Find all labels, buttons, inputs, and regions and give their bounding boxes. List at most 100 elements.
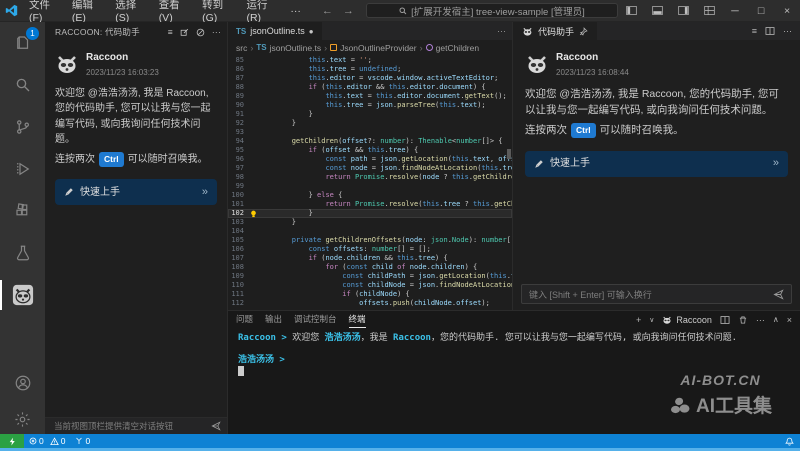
tab-output[interactable]: 输出 bbox=[265, 311, 282, 328]
breadcrumb-class[interactable]: JsonOutlineProvider bbox=[330, 43, 417, 53]
activity-run-debug-icon[interactable] bbox=[0, 148, 45, 190]
lightbulb-icon[interactable] bbox=[248, 209, 258, 218]
kill-terminal-icon[interactable] bbox=[738, 315, 748, 325]
quickstart-button[interactable]: 快速上手 » bbox=[525, 151, 788, 177]
code-editor[interactable]: 85 this.text = '';86 this.tree = undefin… bbox=[228, 55, 512, 310]
code-line[interactable]: 94 getChildren(offset?: number): Thenabl… bbox=[228, 137, 512, 146]
code-line[interactable]: 85 this.text = ''; bbox=[228, 56, 512, 65]
tab-problems[interactable]: 问题 bbox=[236, 311, 253, 328]
code-line[interactable]: 89 this.text = this.editor.document.getT… bbox=[228, 92, 512, 101]
nav-forward-icon[interactable]: → bbox=[343, 5, 354, 17]
menu-edit[interactable]: 编辑(E) bbox=[65, 0, 108, 21]
quickstart-button[interactable]: 快速上手 » bbox=[55, 179, 217, 205]
customize-layout-icon[interactable] bbox=[696, 0, 722, 21]
menu-file[interactable]: 文件(F) bbox=[22, 0, 65, 21]
editor-tab-bar: TS jsonOutline.ts ● ··· bbox=[228, 22, 512, 40]
minimize-icon[interactable]: ─ bbox=[722, 0, 748, 21]
sidebar-chat-input[interactable]: 当前视图顶栏提供清空对话按钮 bbox=[45, 417, 227, 434]
terminal-line: 浩浩汤汤 > bbox=[238, 355, 790, 366]
toggle-secondary-sidebar-icon[interactable] bbox=[670, 0, 696, 21]
code-line[interactable]: 108 for (const child of node.children) { bbox=[228, 263, 512, 272]
editor-more-actions-icon[interactable]: ··· bbox=[497, 26, 506, 36]
broadcast-status[interactable]: 0 bbox=[70, 434, 95, 448]
breadcrumb-method[interactable]: getChildren bbox=[426, 43, 479, 53]
pin-icon[interactable] bbox=[579, 27, 588, 36]
menu-run[interactable]: 运行(R) bbox=[239, 0, 283, 21]
close-panel-icon[interactable]: × bbox=[787, 315, 792, 325]
tab-jsonoutline[interactable]: TS jsonOutline.ts ● bbox=[228, 22, 323, 40]
send-icon[interactable] bbox=[211, 421, 221, 431]
symbol-method-icon bbox=[426, 44, 433, 51]
activity-explorer-icon[interactable]: 1 bbox=[0, 22, 45, 64]
code-line[interactable]: 107 if (node.children && this.tree) { bbox=[228, 254, 512, 263]
split-terminal-icon[interactable] bbox=[720, 315, 730, 325]
terminal-selector[interactable]: Raccoon bbox=[662, 315, 712, 325]
maximize-icon[interactable]: □ bbox=[748, 0, 774, 21]
editor-scrollbar[interactable] bbox=[507, 55, 511, 310]
maximize-panel-icon[interactable]: ∧ bbox=[773, 315, 779, 324]
code-line[interactable]: 106 const offsets: number[] = []; bbox=[228, 245, 512, 254]
code-line[interactable]: 87 this.editor = vscode.window.activeTex… bbox=[228, 74, 512, 83]
sidebar-stop-icon[interactable] bbox=[196, 28, 205, 37]
activity-extensions-icon[interactable] bbox=[0, 190, 45, 232]
code-line[interactable]: 92 } bbox=[228, 119, 512, 128]
tab-terminal[interactable]: 终端 bbox=[349, 311, 366, 328]
quickstart-label: 快速上手 bbox=[550, 156, 590, 172]
code-line[interactable]: 104 bbox=[228, 227, 512, 236]
code-line[interactable]: 103 } bbox=[228, 218, 512, 227]
code-line[interactable]: 86 this.tree = undefined; bbox=[228, 65, 512, 74]
panel-list-icon[interactable]: ≡ bbox=[752, 26, 757, 36]
sidebar-settings-list-icon[interactable]: ≡ bbox=[168, 27, 173, 37]
problems-status[interactable]: 0 0 bbox=[24, 434, 70, 448]
code-line[interactable]: 109 const childPath = json.getLocation(t… bbox=[228, 272, 512, 281]
activity-source-control-icon[interactable] bbox=[0, 106, 45, 148]
code-line[interactable]: 93 bbox=[228, 128, 512, 137]
activity-test-icon[interactable] bbox=[0, 232, 45, 274]
code-line[interactable]: 91 } bbox=[228, 110, 512, 119]
toggle-panel-icon[interactable] bbox=[644, 0, 670, 21]
code-line[interactable]: 88 if (this.editor && this.editor.docume… bbox=[228, 83, 512, 92]
code-line[interactable]: 100 } else { bbox=[228, 191, 512, 200]
code-line[interactable]: 96 const path = json.getLocation(this.te… bbox=[228, 155, 512, 164]
account-icon[interactable] bbox=[0, 362, 45, 404]
notifications-status[interactable] bbox=[785, 437, 800, 446]
terminal-dropdown-icon[interactable]: ∨ bbox=[649, 316, 654, 324]
code-line[interactable]: 105 private getChildrenOffsets(node: jso… bbox=[228, 236, 512, 245]
code-line[interactable]: 97 const node = json.findNodeAtLocation(… bbox=[228, 164, 512, 173]
menu-view[interactable]: 查看(V) bbox=[152, 0, 195, 21]
code-line[interactable]: 95 if (offset && this.tree) { bbox=[228, 146, 512, 155]
remote-indicator[interactable] bbox=[0, 434, 24, 448]
code-line[interactable]: 112 offsets.push(childNode.offset); bbox=[228, 299, 512, 308]
nav-back-icon[interactable]: ← bbox=[322, 5, 333, 17]
code-line[interactable]: 99 bbox=[228, 182, 512, 191]
sidebar-more-icon[interactable]: ··· bbox=[212, 27, 221, 37]
assistant-chat-input[interactable]: 键入 [Shift + Enter] 可输入换行 bbox=[521, 284, 792, 304]
command-center-search[interactable]: [扩展开发宿主] tree-view-sample [管理员] bbox=[366, 3, 618, 18]
panel-split-icon[interactable] bbox=[765, 26, 775, 36]
toggle-sidebar-icon[interactable] bbox=[618, 0, 644, 21]
sidebar-clear-chat-icon[interactable] bbox=[180, 28, 189, 37]
tab-code-assistant[interactable]: 代码助手 bbox=[513, 22, 597, 40]
menu-more-icon[interactable]: ··· bbox=[283, 0, 308, 21]
breadcrumb-src[interactable]: src bbox=[236, 43, 247, 53]
code-line[interactable]: 101 return Promise.resolve(this.tree ? t… bbox=[228, 200, 512, 209]
panel-more-icon[interactable]: ··· bbox=[756, 315, 765, 325]
activity-search-icon[interactable] bbox=[0, 64, 45, 106]
send-icon[interactable] bbox=[773, 289, 784, 300]
code-line[interactable]: 111 if (childNode) { bbox=[228, 290, 512, 299]
code-line[interactable]: 110 const childNode = json.findNodeAtLoc… bbox=[228, 281, 512, 290]
modified-dot-icon[interactable]: ● bbox=[309, 27, 314, 36]
menu-selection[interactable]: 选择(S) bbox=[108, 0, 151, 21]
code-line[interactable]: 102 } bbox=[228, 209, 512, 218]
code-line[interactable]: 90 this.tree = json.parseTree(this.text)… bbox=[228, 101, 512, 110]
menu-goto[interactable]: 转到(G) bbox=[195, 0, 239, 21]
new-terminal-icon[interactable]: + bbox=[636, 315, 641, 325]
breadcrumb-file[interactable]: TSjsonOutline.ts bbox=[256, 43, 321, 53]
settings-gear-icon[interactable] bbox=[0, 404, 45, 434]
panel-more-icon[interactable]: ··· bbox=[783, 26, 792, 36]
tab-debug-console[interactable]: 调试控制台 bbox=[294, 311, 337, 328]
code-line[interactable]: 98 return Promise.resolve(node ? this.ge… bbox=[228, 173, 512, 182]
close-icon[interactable]: × bbox=[774, 0, 800, 21]
activity-raccoon-icon[interactable] bbox=[0, 274, 45, 316]
assistant-input-placeholder: 键入 [Shift + Enter] 可输入换行 bbox=[529, 288, 652, 301]
